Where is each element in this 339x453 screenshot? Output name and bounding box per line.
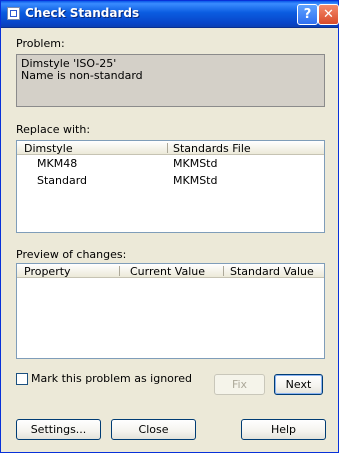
column-separator[interactable] [119,266,120,276]
close-x-icon: ✕ [323,7,334,22]
settings-button-label: Settings... [30,423,87,436]
preview-list-header: Property Current Value Standard Value [17,264,324,278]
replace-list-header: Dimstyle Standards File [17,141,324,155]
window-title: Check Standards [25,6,140,20]
column-property[interactable]: Property [24,265,71,278]
question-mark-icon: ? [303,7,312,22]
column-separator[interactable] [167,143,168,153]
preview-changes-label: Preview of changes: [16,248,127,261]
column-dimstyle[interactable]: Dimstyle [24,142,73,155]
close-title-button[interactable]: ✕ [318,4,339,25]
problem-description-box: Dimstyle 'ISO-25' Name is non-standard [16,54,325,107]
help-title-button[interactable]: ? [297,4,318,25]
replace-with-label: Replace with: [16,123,91,136]
fix-button-label: Fix [231,378,248,391]
help-button[interactable]: Help [241,419,326,440]
ignore-problem-label[interactable]: Mark this problem as ignored [31,372,192,385]
ignore-problem-checkbox[interactable] [16,373,28,385]
column-standards-file[interactable]: Standards File [173,142,251,155]
problem-line-2: Name is non-standard [21,69,143,82]
column-current-value[interactable]: Current Value [130,265,205,278]
replace-with-list[interactable]: Dimstyle Standards File MKM48 MKMStd Sta… [16,140,325,233]
close-button[interactable]: Close [111,419,196,440]
close-button-label: Close [138,423,169,436]
column-separator[interactable] [223,266,224,276]
next-button[interactable]: Next [274,374,323,395]
dimstyle-name: MKM48 [37,157,78,170]
column-standard-value[interactable]: Standard Value [230,265,314,278]
list-item[interactable]: MKM48 [37,157,77,170]
preview-changes-list[interactable]: Property Current Value Standard Value [16,263,325,359]
problem-label: Problem: [16,37,65,50]
dimstyle-name: Standard [37,174,88,187]
standards-file-value: MKMStd [173,174,218,187]
standards-file-value: MKMStd [173,157,218,170]
settings-button[interactable]: Settings... [16,419,101,440]
next-button-label: Next [285,378,312,391]
list-item[interactable]: Standard [37,174,87,187]
check-standards-window: Check Standards ? ✕ Problem: Dimstyle 'I… [0,0,339,453]
fix-button[interactable]: Fix [214,374,265,395]
help-button-label: Help [270,423,297,436]
standards-check-icon [7,7,20,20]
title-bar[interactable]: Check Standards ? ✕ [1,1,339,28]
